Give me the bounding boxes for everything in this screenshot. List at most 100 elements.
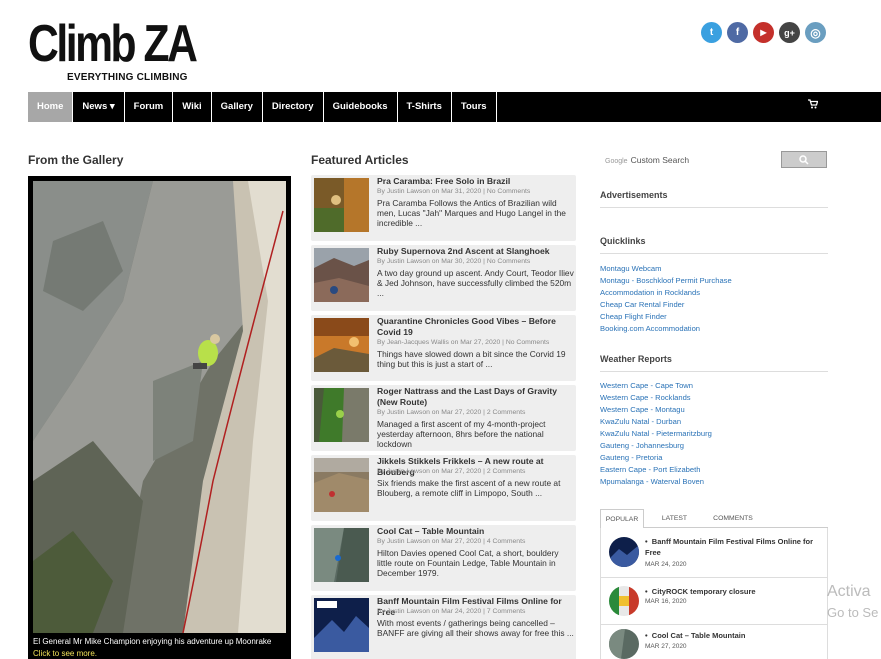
gallery-see-more-link[interactable]: Click to see more. bbox=[33, 649, 97, 658]
divider bbox=[600, 207, 828, 208]
weather-link[interactable]: KwaZulu Natal - Pietermaritzburg bbox=[600, 428, 830, 440]
popular-title-text[interactable]: Banff Mountain Film Festival Films Onlin… bbox=[645, 537, 813, 557]
article-thumbnail[interactable] bbox=[314, 598, 369, 652]
gallery-caption: El General Mr Mike Champion enjoying his… bbox=[33, 636, 286, 659]
weather-link[interactable]: Western Cape - Cape Town bbox=[600, 380, 830, 392]
nav-item-news[interactable]: News ▾ bbox=[73, 92, 125, 122]
article-byline: By Justin Lawson on Mar 27, 2020 | bbox=[377, 538, 487, 545]
article-byline: By Jean-Jacques Wallis on Mar 27, 2020 | bbox=[377, 339, 506, 346]
article-thumbnail[interactable] bbox=[314, 458, 369, 512]
weather-link[interactable]: Gauteng - Johannesburg bbox=[600, 440, 830, 452]
popular-thumbnail[interactable] bbox=[609, 537, 639, 567]
article-meta: By Justin Lawson on Mar 24, 2020 | 7 Com… bbox=[377, 608, 525, 615]
nav-item-gallery[interactable]: Gallery bbox=[212, 92, 263, 122]
article-byline: By Justin Lawson on Mar 30, 2020 | bbox=[377, 258, 487, 265]
article-comments[interactable]: 7 Comments bbox=[487, 608, 526, 615]
weather-link[interactable]: Western Cape - Montagu bbox=[600, 404, 830, 416]
instagram-icon[interactable]: ◎ bbox=[805, 22, 826, 43]
search-input[interactable]: Google Custom Search bbox=[601, 150, 779, 170]
quicklinks-heading: Quicklinks bbox=[600, 236, 646, 246]
tab-popular[interactable]: POPULAR bbox=[600, 509, 644, 529]
search-button[interactable] bbox=[781, 151, 827, 168]
twitter-icon[interactable]: t bbox=[701, 22, 722, 43]
popular-date: MAR 24, 2020 bbox=[645, 561, 687, 568]
nav-item-guidebooks[interactable]: Guidebooks bbox=[324, 92, 398, 122]
weather-link[interactable]: KwaZulu Natal - Durban bbox=[600, 416, 830, 428]
tab-latest[interactable]: LATEST bbox=[652, 509, 697, 528]
popular-title-text[interactable]: Cool Cat – Table Mountain bbox=[652, 631, 746, 640]
popular-title[interactable]: • CityROCK temporary closure bbox=[645, 586, 825, 597]
article-thumbnail[interactable] bbox=[314, 528, 369, 582]
article-card[interactable]: Jikkels Stikkels Frikkels – A new route … bbox=[311, 455, 576, 521]
gallery-caption-text: El General Mr Mike Champion enjoying his… bbox=[33, 637, 272, 646]
quicklink[interactable]: Booking.com Accommodation bbox=[600, 323, 830, 335]
quicklink[interactable]: Cheap Flight Finder bbox=[600, 311, 830, 323]
article-title[interactable]: Cool Cat – Table Mountain bbox=[377, 526, 575, 537]
quicklinks-list: Montagu Webcam Montagu - Boschkloof Perm… bbox=[600, 263, 830, 335]
popular-item[interactable]: • CityROCK temporary closure MAR 16, 202… bbox=[600, 578, 828, 625]
article-comments[interactable]: 2 Comments bbox=[487, 468, 526, 475]
article-comments[interactable]: 4 Comments bbox=[487, 538, 526, 545]
bullet: • bbox=[645, 587, 652, 596]
quicklink[interactable]: Cheap Car Rental Finder bbox=[600, 299, 830, 311]
quicklink[interactable]: Accommodation in Rocklands bbox=[600, 287, 830, 299]
watermark-line2: Go to Se bbox=[827, 605, 879, 620]
article-card[interactable]: Quarantine Chronicles Good Vibes – Befor… bbox=[311, 315, 576, 381]
featured-articles-list: Pra Caramba: Free Solo in Brazil By Just… bbox=[311, 175, 576, 659]
article-title[interactable]: Quarantine Chronicles Good Vibes – Befor… bbox=[377, 316, 575, 338]
featured-heading: Featured Articles bbox=[311, 153, 409, 167]
gallery-photo[interactable] bbox=[33, 181, 286, 633]
cart-icon[interactable] bbox=[808, 92, 819, 122]
gallery-heading: From the Gallery bbox=[28, 153, 124, 167]
article-thumbnail[interactable] bbox=[314, 388, 369, 442]
popular-thumbnail[interactable] bbox=[609, 586, 639, 616]
article-comments[interactable]: No Comments bbox=[487, 188, 530, 195]
article-byline: By Justin Lawson on Mar 24, 2020 | bbox=[377, 608, 487, 615]
article-byline: By Justin Lawson on Mar 27, 2020 | bbox=[377, 409, 487, 416]
popular-item[interactable]: • Cool Cat – Table Mountain MAR 27, 2020 bbox=[600, 625, 828, 659]
advertisements-heading: Advertisements bbox=[600, 190, 668, 200]
popular-title-text[interactable]: CityROCK temporary closure bbox=[652, 587, 756, 596]
article-title[interactable]: Ruby Supernova 2nd Ascent at Slanghoek bbox=[377, 246, 575, 257]
nav-item-home[interactable]: Home bbox=[28, 92, 74, 122]
nav-item-tours[interactable]: Tours bbox=[452, 92, 497, 122]
article-card[interactable]: Pra Caramba: Free Solo in Brazil By Just… bbox=[311, 175, 576, 241]
nav-item-tshirts[interactable]: T-Shirts bbox=[398, 92, 452, 122]
site-logo[interactable]: Climb ZA EVERYTHING CLIMBING bbox=[28, 15, 198, 83]
article-thumbnail[interactable] bbox=[314, 248, 369, 302]
logo-title: Climb ZA bbox=[28, 15, 198, 73]
article-title[interactable]: Roger Nattrass and the Last Days of Grav… bbox=[377, 386, 575, 408]
article-meta: By Justin Lawson on Mar 27, 2020 | 2 Com… bbox=[377, 409, 525, 416]
nav-item-wiki[interactable]: Wiki bbox=[173, 92, 212, 122]
article-title[interactable]: Pra Caramba: Free Solo in Brazil bbox=[377, 176, 575, 187]
article-comments[interactable]: No Comments bbox=[506, 339, 549, 346]
popular-thumbnail[interactable] bbox=[609, 629, 639, 659]
quicklink[interactable]: Montagu Webcam bbox=[600, 263, 830, 275]
weather-link[interactable]: Mpumalanga - Waterval Boven bbox=[600, 476, 830, 488]
article-card[interactable]: Banff Mountain Film Festival Films Onlin… bbox=[311, 595, 576, 659]
article-card[interactable]: Cool Cat – Table Mountain By Justin Laws… bbox=[311, 525, 576, 591]
nav-item-directory[interactable]: Directory bbox=[263, 92, 324, 122]
article-card[interactable]: Ruby Supernova 2nd Ascent at Slanghoek B… bbox=[311, 245, 576, 311]
article-thumbnail[interactable] bbox=[314, 178, 369, 232]
popular-item[interactable]: • Banff Mountain Film Festival Films Onl… bbox=[600, 528, 828, 578]
facebook-icon[interactable]: f bbox=[727, 22, 748, 43]
article-meta: By Justin Lawson on Mar 27, 2020 | 4 Com… bbox=[377, 538, 525, 545]
weather-link[interactable]: Gauteng - Pretoria bbox=[600, 452, 830, 464]
gallery-widget[interactable]: El General Mr Mike Champion enjoying his… bbox=[28, 176, 291, 659]
popular-title[interactable]: • Banff Mountain Film Festival Films Onl… bbox=[645, 536, 825, 558]
popular-title[interactable]: • Cool Cat – Table Mountain bbox=[645, 630, 825, 641]
article-card[interactable]: Roger Nattrass and the Last Days of Grav… bbox=[311, 385, 576, 451]
article-thumbnail[interactable] bbox=[314, 318, 369, 372]
youtube-icon[interactable]: ▶ bbox=[753, 22, 774, 43]
googleplus-icon[interactable]: g+ bbox=[779, 22, 800, 43]
bullet: • bbox=[645, 537, 652, 546]
quicklink[interactable]: Montagu - Boschkloof Permit Purchase bbox=[600, 275, 830, 287]
tab-comments[interactable]: COMMENTS bbox=[704, 509, 762, 528]
article-meta: By Justin Lawson on Mar 30, 2020 | No Co… bbox=[377, 258, 530, 265]
weather-link[interactable]: Eastern Cape - Port Elizabeth bbox=[600, 464, 830, 476]
weather-link[interactable]: Western Cape - Rocklands bbox=[600, 392, 830, 404]
article-comments[interactable]: 2 Comments bbox=[487, 409, 526, 416]
article-comments[interactable]: No Comments bbox=[487, 258, 530, 265]
nav-item-forum[interactable]: Forum bbox=[125, 92, 174, 122]
